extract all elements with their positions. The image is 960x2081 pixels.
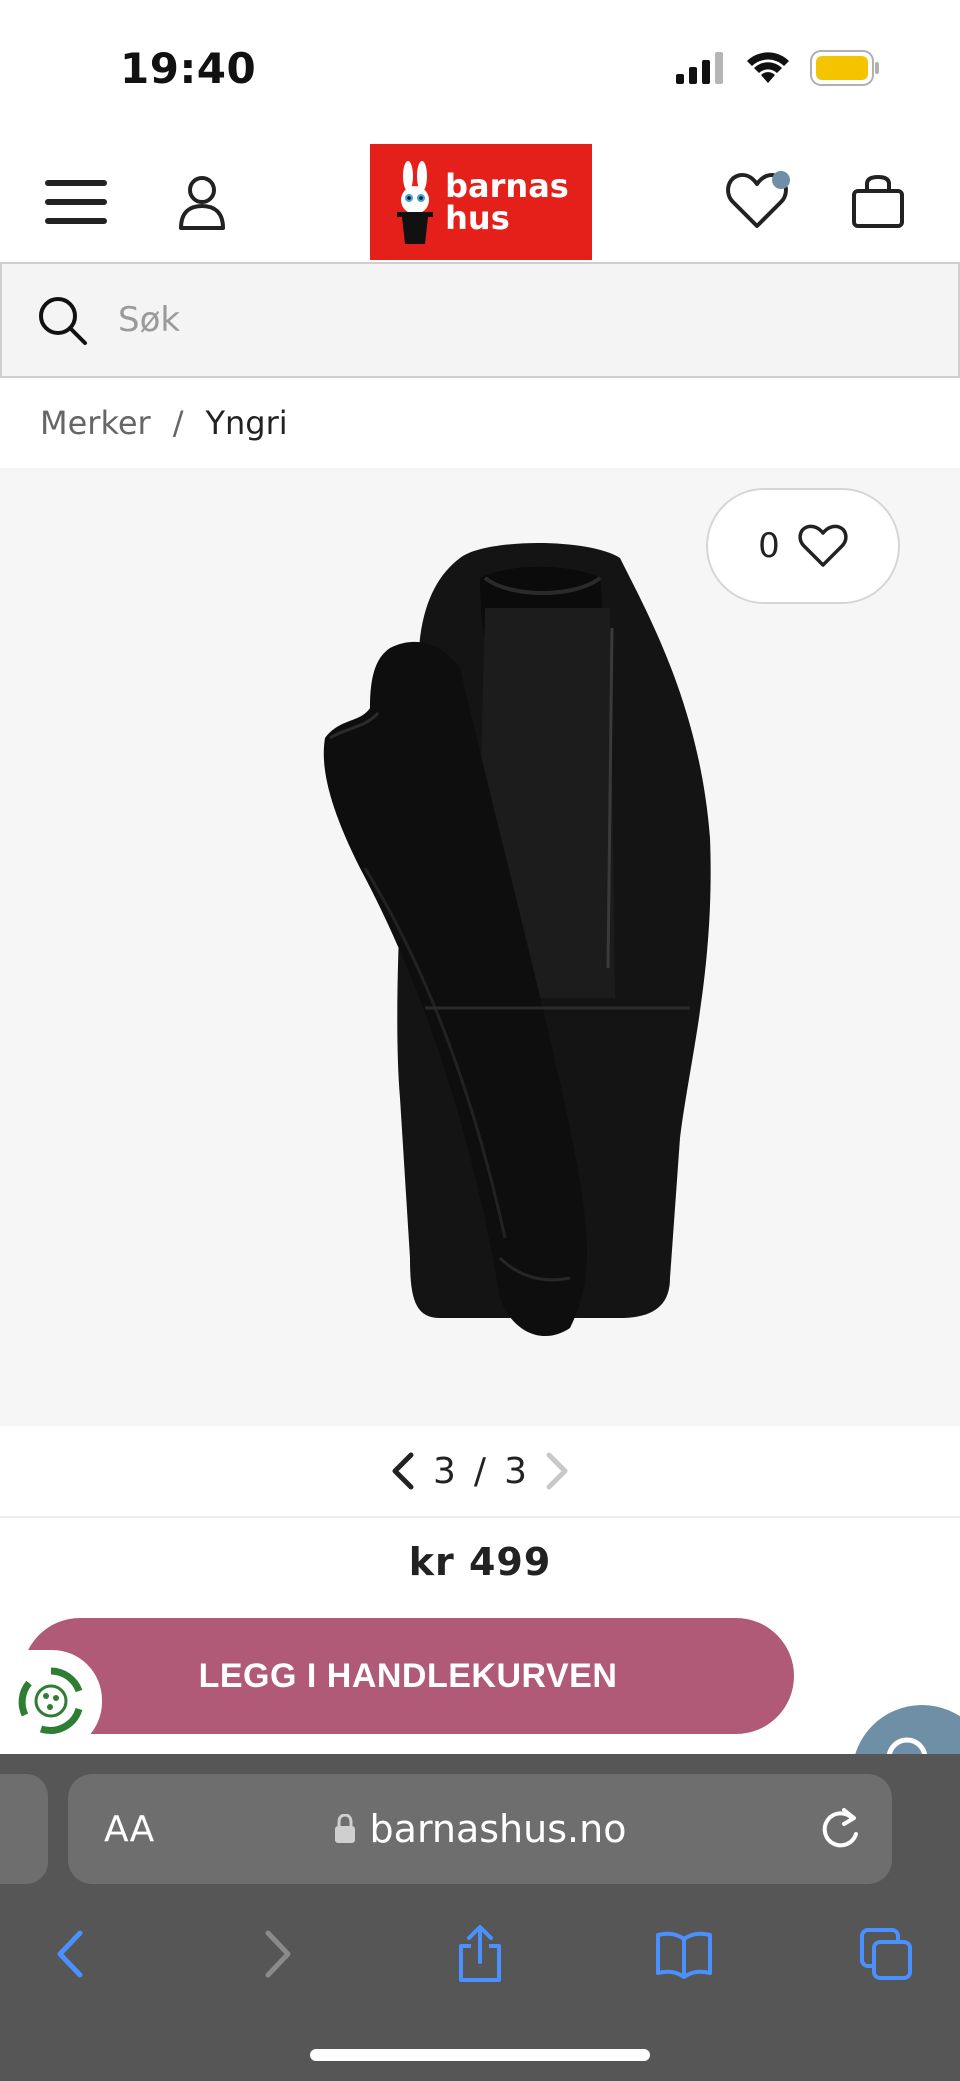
url-text: barnashus.no <box>369 1807 627 1851</box>
product-price: kr 499 <box>408 1540 552 1584</box>
search-bar[interactable] <box>0 262 960 378</box>
shopping-bag-icon <box>852 175 904 228</box>
recycle-leaf-icon <box>18 1667 83 1734</box>
share-icon <box>459 1925 501 1982</box>
breadcrumb-separator: / <box>172 404 184 442</box>
pager-separator: / <box>473 1450 487 1492</box>
site-header: barnas hus <box>0 140 960 262</box>
favorite-count-button[interactable]: 0 <box>706 488 900 604</box>
back-button[interactable] <box>30 1914 110 1994</box>
battery-icon <box>810 50 879 86</box>
status-icons <box>676 50 880 86</box>
breadcrumb-item-yngri[interactable]: Yngri <box>205 404 287 442</box>
cart-button[interactable] <box>838 162 918 242</box>
logo-wordmark: barnas hus <box>445 167 569 237</box>
book-icon <box>656 1931 712 1979</box>
account-button[interactable] <box>162 162 242 242</box>
chevron-right-icon[interactable] <box>545 1451 571 1491</box>
pager-current: 3 <box>433 1450 456 1492</box>
wishlist-indicator-dot <box>772 171 790 189</box>
tabs-icon <box>860 1928 912 1980</box>
favorite-count: 0 <box>758 526 780 566</box>
browser-chrome: AA barnashus.no <box>0 1754 960 2081</box>
address-bar[interactable]: AA barnashus.no <box>68 1774 892 1884</box>
bookmarks-button[interactable] <box>644 1914 724 1994</box>
brand-logo[interactable]: barnas hus <box>370 144 592 260</box>
browser-toolbar <box>0 1904 960 2004</box>
pager-total: 3 <box>504 1450 527 1492</box>
breadcrumb: Merker / Yngri <box>0 378 960 468</box>
home-indicator <box>310 2049 650 2061</box>
cellular-signal-icon <box>676 52 723 84</box>
product-image <box>323 543 711 1337</box>
lock-icon <box>334 1814 355 1843</box>
menu-button[interactable] <box>36 162 116 242</box>
tabs-button[interactable] <box>846 1914 926 1994</box>
reload-icon[interactable] <box>818 1804 862 1852</box>
chevron-left-icon[interactable] <box>389 1451 415 1491</box>
back-arrow-icon <box>57 1930 83 1978</box>
add-to-cart-button[interactable]: LEGG I HANDLEKURVEN <box>22 1618 794 1734</box>
user-icon <box>179 176 225 230</box>
forward-button[interactable] <box>238 1914 318 1994</box>
rabbit-in-hat-logo-icon <box>397 161 434 244</box>
hamburger-menu-icon <box>45 180 107 224</box>
status-time: 19:40 <box>120 44 257 93</box>
breadcrumb-item-merker[interactable]: Merker <box>40 404 151 442</box>
forward-arrow-icon <box>265 1930 291 1978</box>
wishlist-button[interactable] <box>720 162 800 242</box>
product-image-gallery[interactable]: 0 <box>0 468 960 1426</box>
status-bar: 19:40 <box>0 0 960 140</box>
url-display: barnashus.no <box>68 1807 892 1851</box>
eco-badge[interactable] <box>0 1650 102 1752</box>
search-icon <box>39 297 87 345</box>
previous-tab-stub[interactable] <box>0 1774 48 1884</box>
share-button[interactable] <box>440 1914 520 1994</box>
search-input[interactable] <box>118 300 818 340</box>
image-pager: 3 / 3 <box>0 1426 960 1518</box>
wifi-icon <box>747 52 789 83</box>
heart-icon <box>726 171 790 228</box>
heart-outline-icon <box>798 524 848 567</box>
